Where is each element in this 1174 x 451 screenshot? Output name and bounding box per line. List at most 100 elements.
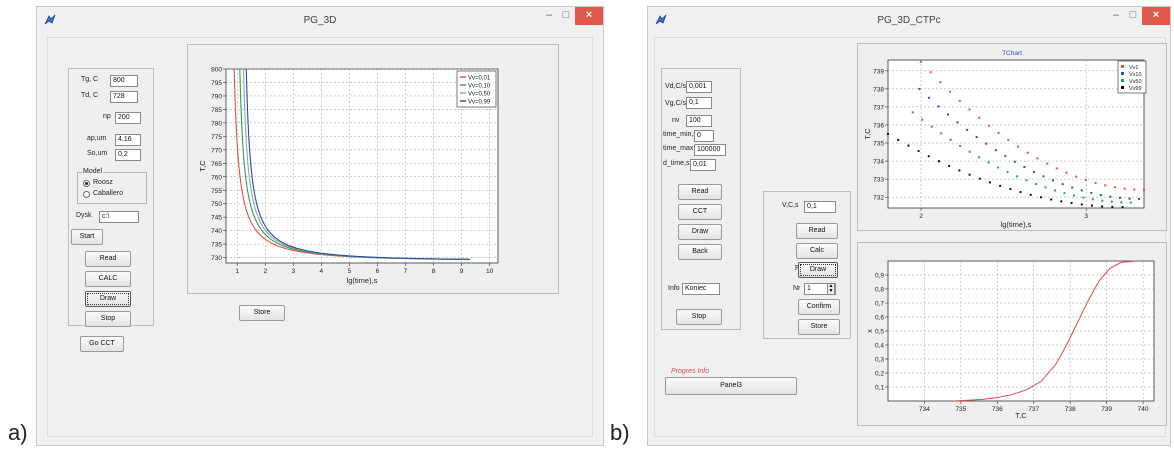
data-point xyxy=(897,138,900,141)
d-time-input[interactable]: 0,01 xyxy=(690,159,716,171)
read-button[interactable]: Read xyxy=(85,251,131,267)
sub-read-button[interactable]: Read xyxy=(796,223,838,239)
x-tick-label: 3 xyxy=(1084,213,1088,220)
y-tick-label: 745 xyxy=(211,215,222,222)
y-tick-label: 0,6 xyxy=(875,315,884,322)
window-title: PG_3D_CTPc xyxy=(877,15,941,26)
d-time-label: d_time,s xyxy=(663,160,690,167)
legend-label: Vv99 xyxy=(1129,86,1142,92)
data-point xyxy=(987,161,990,164)
tg-input[interactable]: 800 xyxy=(110,75,138,87)
close-button[interactable]: × xyxy=(575,7,603,25)
y-tick-label: 732 xyxy=(873,195,884,202)
titlebar[interactable]: PG_3D_CTPc – □ × xyxy=(648,7,1170,37)
data-point xyxy=(1101,205,1104,208)
read-button[interactable]: Read xyxy=(678,184,722,200)
data-point xyxy=(1113,186,1116,189)
data-point xyxy=(997,132,1000,135)
data-point xyxy=(1009,188,1012,191)
np-input[interactable]: 200 xyxy=(115,112,141,124)
y-axis-label: T,C xyxy=(863,128,872,140)
data-point xyxy=(911,111,914,114)
data-point xyxy=(1034,183,1037,186)
x-axis-label: lg(time),s xyxy=(1001,220,1032,229)
confirm-button[interactable]: Confirm xyxy=(798,299,840,315)
panel3: Panel3 xyxy=(665,377,797,395)
legend-label: Vv=0,50 xyxy=(468,91,491,97)
store-button[interactable]: Store xyxy=(239,305,285,321)
x-tick-label: 5 xyxy=(348,268,352,275)
stop-button[interactable]: Stop xyxy=(676,309,722,325)
vg-input[interactable]: 0,1 xyxy=(686,97,712,109)
titlebar[interactable]: PG_3D – □ × xyxy=(37,7,603,37)
so-input[interactable]: 0,2 xyxy=(115,149,141,161)
data-point xyxy=(975,135,978,138)
data-point xyxy=(1029,193,1032,196)
data-point xyxy=(1036,157,1039,160)
vd-input[interactable]: 0,001 xyxy=(686,81,712,93)
maximize-button[interactable]: □ xyxy=(1124,7,1142,25)
start-button[interactable]: Start xyxy=(71,229,103,245)
y-tick-label: 0,5 xyxy=(875,329,884,336)
data-point xyxy=(1090,204,1093,207)
client-area: Tg, C 800 Td, C 728 np 200 ap,um 4,16 So… xyxy=(47,37,593,437)
back-button[interactable]: Back xyxy=(678,244,722,260)
x-tick-label: 735 xyxy=(955,406,966,413)
minimize-button[interactable]: – xyxy=(1108,7,1124,25)
time-min-input[interactable]: 0 xyxy=(694,130,714,142)
data-point xyxy=(949,90,952,93)
x-tick-label: 738 xyxy=(1065,406,1076,413)
data-point xyxy=(1055,167,1058,170)
data-point xyxy=(937,105,940,108)
y-tick-label: 800 xyxy=(211,67,222,74)
data-point xyxy=(948,164,951,167)
nr-spinner[interactable]: ▲ ▼ xyxy=(827,283,835,295)
y-tick-label: 780 xyxy=(211,120,222,127)
radio-caballero[interactable] xyxy=(83,191,90,198)
minimize-button[interactable]: – xyxy=(541,7,557,25)
y-tick-label: 775 xyxy=(211,134,222,141)
y-tick-label: 0,7 xyxy=(875,301,884,308)
sub-store-button[interactable]: Store xyxy=(798,319,840,335)
x-tick-label: 737 xyxy=(1028,406,1039,413)
data-point xyxy=(1019,191,1022,194)
data-point xyxy=(1099,194,1102,197)
v-input[interactable]: 0,1 xyxy=(804,201,836,213)
tchart-panel: TChart 2 3 732 733 734 735 736 737 738 739 lg(time)… xyxy=(857,43,1167,231)
maximize-button[interactable]: □ xyxy=(557,7,575,25)
draw-button[interactable]: Draw xyxy=(85,291,131,307)
td-input[interactable]: 728 xyxy=(110,91,138,103)
legend-label: Vv1 xyxy=(1129,65,1138,71)
calc-button[interactable]: CALC xyxy=(85,271,131,287)
stop-button[interactable]: Stop xyxy=(85,311,131,327)
data-point xyxy=(1075,175,1078,178)
calc-button[interactable]: Calc xyxy=(796,243,838,259)
go-cct-button[interactable]: Go CCT xyxy=(80,336,124,352)
time-max-input[interactable]: 100000 xyxy=(694,144,726,156)
so-label: So,um xyxy=(87,150,108,157)
sub-draw-button[interactable]: Draw xyxy=(798,262,838,278)
nv-input[interactable]: 100 xyxy=(686,115,712,127)
dysk-input[interactable]: c:\ xyxy=(99,211,139,223)
legend-label: Vv=0,01 xyxy=(468,75,491,81)
client-area: Vd,C/s 0,001 Vg,C/s 0,1 nv 100 time_min,… xyxy=(654,37,1167,437)
ap-input[interactable]: 4,16 xyxy=(115,134,141,146)
cct-button[interactable]: CCT xyxy=(678,204,722,220)
y-tick-label: 0,2 xyxy=(875,371,884,378)
dysk-label: Dysk xyxy=(76,212,92,219)
info-input[interactable]: Koniec xyxy=(682,283,720,295)
radio-roosz[interactable] xyxy=(83,180,90,187)
roosz-label: Roosz xyxy=(93,179,113,186)
model-title: Model xyxy=(82,168,104,175)
draw-button[interactable]: Draw xyxy=(678,224,722,240)
figure-label-a: a) xyxy=(8,420,28,445)
np-label: np xyxy=(103,113,111,120)
data-point xyxy=(985,142,988,145)
close-button[interactable]: × xyxy=(1142,7,1170,25)
data-point xyxy=(1138,197,1141,200)
data-point xyxy=(1118,196,1121,199)
data-point xyxy=(959,144,962,147)
data-point xyxy=(1042,175,1045,178)
data-point xyxy=(939,81,942,84)
data-point xyxy=(1032,170,1035,173)
